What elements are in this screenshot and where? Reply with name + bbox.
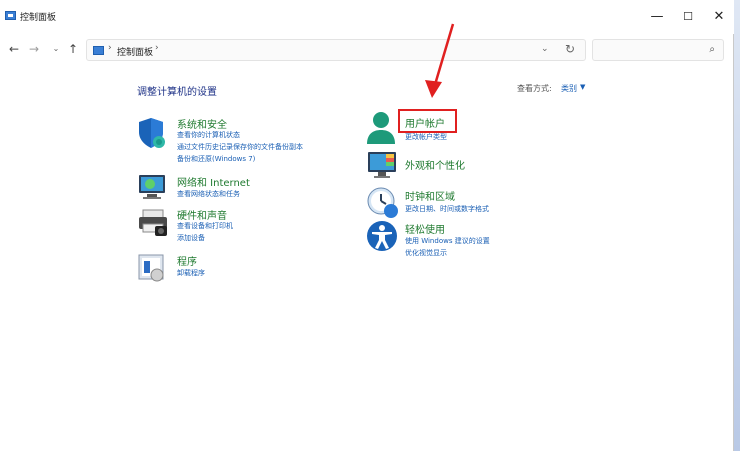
accessibility-icon[interactable] bbox=[366, 220, 400, 254]
link-view-computer-status[interactable]: 查看你的计算机状态 bbox=[177, 130, 240, 140]
breadcrumb-separator[interactable]: › bbox=[155, 43, 159, 53]
close-button[interactable]: ✕ bbox=[704, 4, 734, 30]
link-optimize-visual-display[interactable]: 优化视觉显示 bbox=[405, 248, 447, 258]
category-hardware-sound[interactable]: 硬件和声音 bbox=[177, 207, 227, 222]
breadcrumb-control-panel[interactable]: 控制面板 bbox=[117, 45, 153, 58]
link-change-account-type[interactable]: 更改帐户类型 bbox=[405, 132, 447, 142]
search-input[interactable]: ⌕ bbox=[592, 39, 724, 61]
category-clock-region[interactable]: 时钟和区域 bbox=[405, 188, 455, 203]
category-programs[interactable]: 程序 bbox=[177, 253, 197, 268]
refresh-icon[interactable]: ↻ bbox=[565, 42, 575, 56]
back-arrow-icon[interactable]: ← bbox=[6, 40, 22, 58]
recent-locations-chevron-icon[interactable]: ⌄ bbox=[48, 40, 64, 58]
link-add-device[interactable]: 添加设备 bbox=[177, 233, 205, 243]
title-bar: 控制面板 — ☐ ✕ bbox=[0, 0, 734, 34]
link-file-history-backup[interactable]: 通过文件历史记录保存你的文件备份副本 bbox=[177, 142, 303, 152]
page-title: 调整计算机的设置 bbox=[137, 87, 217, 98]
up-arrow-icon[interactable]: ↑ bbox=[65, 40, 81, 58]
programs-icon[interactable] bbox=[137, 253, 167, 283]
user-icon[interactable] bbox=[366, 110, 396, 146]
maximize-button[interactable]: ☐ bbox=[673, 4, 703, 30]
forward-arrow-icon[interactable]: → bbox=[26, 40, 42, 58]
category-ease-of-access[interactable]: 轻松使用 bbox=[405, 221, 445, 236]
view-by-label: 查看方式: bbox=[517, 84, 552, 93]
address-bar[interactable]: › 控制面板 › ⌄ ↻ bbox=[86, 39, 586, 61]
link-uninstall-program[interactable]: 卸载程序 bbox=[177, 268, 205, 278]
printer-icon[interactable] bbox=[137, 208, 171, 238]
view-by-dropdown[interactable]: 类别 bbox=[561, 83, 577, 94]
breadcrumb-separator[interactable]: › bbox=[108, 43, 112, 53]
annotation-arrow-icon bbox=[425, 23, 455, 98]
link-change-date-time-format[interactable]: 更改日期、时间或数字格式 bbox=[405, 204, 489, 214]
category-system-security[interactable]: 系统和安全 bbox=[177, 116, 227, 131]
address-dropdown-chevron-icon[interactable]: ⌄ bbox=[541, 44, 549, 54]
category-appearance-personalization[interactable]: 外观和个性化 bbox=[405, 157, 465, 172]
network-icon[interactable] bbox=[137, 172, 169, 202]
control-panel-icon bbox=[93, 46, 104, 55]
shield-icon[interactable] bbox=[137, 116, 169, 150]
navigation-bar: ← → ⌄ ↑ › 控制面板 › ⌄ ↻ ⌕ bbox=[0, 34, 734, 66]
annotation-highlight-box bbox=[398, 109, 457, 133]
appearance-icon[interactable] bbox=[366, 150, 398, 180]
view-by-caret-icon[interactable]: ▼ bbox=[580, 83, 585, 91]
minimize-button[interactable]: — bbox=[642, 4, 672, 30]
search-icon[interactable]: ⌕ bbox=[709, 44, 715, 55]
link-network-status[interactable]: 查看网络状态和任务 bbox=[177, 189, 240, 199]
control-panel-icon bbox=[5, 11, 16, 20]
window-title: 控制面板 bbox=[20, 13, 57, 23]
link-devices-printers[interactable]: 查看设备和打印机 bbox=[177, 221, 233, 231]
link-backup-restore[interactable]: 备份和还原(Windows 7) bbox=[177, 154, 255, 164]
category-network-internet[interactable]: 网络和 Internet bbox=[177, 174, 250, 189]
link-windows-recommended-settings[interactable]: 使用 Windows 建议的设置 bbox=[405, 236, 490, 246]
control-panel-window: 控制面板 — ☐ ✕ ← → ⌄ ↑ › 控制面板 › ⌄ ↻ ⌕ 调整计算机的… bbox=[0, 0, 734, 451]
clock-icon[interactable] bbox=[366, 186, 400, 220]
